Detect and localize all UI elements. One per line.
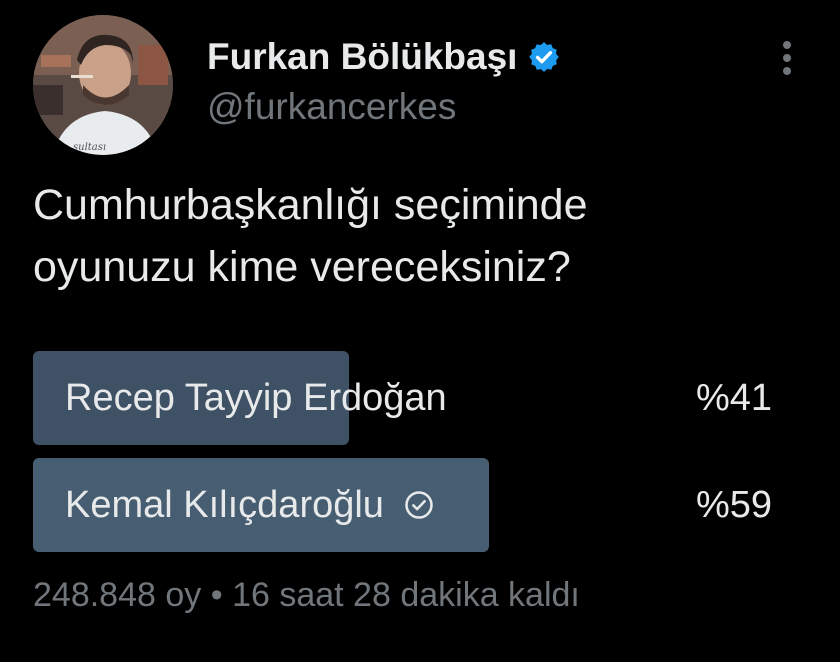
- more-vertical-icon: [783, 41, 791, 75]
- author-display-name[interactable]: Furkan Bölükbaşı: [207, 36, 561, 78]
- poll-option-percent: %41: [695, 377, 772, 419]
- verified-badge-icon: [529, 42, 560, 72]
- poll-meta-separator: •: [210, 576, 223, 614]
- poll-option-label-wrap: Recep Tayyip Erdoğan: [65, 351, 447, 445]
- poll-time-left: 16 saat 28 dakika kaldı: [232, 576, 580, 614]
- author-handle[interactable]: @furkancerkes: [207, 86, 456, 128]
- tweet-text: Cumhurbaşkanlığı seçiminde oyunuzu kime …: [33, 174, 823, 298]
- poll-option-label-wrap: Kemal Kılıçdaroğlu: [65, 458, 434, 552]
- more-options-button[interactable]: [774, 38, 800, 78]
- svg-text:sultası: sultası: [73, 142, 106, 153]
- tweet-text-line: oyunuzu kime vereceksiniz?: [33, 243, 571, 291]
- poll-vote-count: 248.848 oy: [33, 576, 202, 614]
- avatar-photo: sultası: [33, 15, 173, 155]
- poll-option-label: Recep Tayyip Erdoğan: [65, 377, 447, 419]
- poll-option[interactable]: Recep Tayyip Erdoğan %41: [33, 351, 808, 445]
- poll-option-percent: %59: [695, 484, 772, 526]
- poll-option-label: Kemal Kılıçdaroğlu: [65, 484, 384, 526]
- selected-check-icon: [405, 491, 433, 519]
- author-name-text[interactable]: Furkan Bölükbaşı: [207, 36, 517, 78]
- poll-option[interactable]: Kemal Kılıçdaroğlu %59: [33, 458, 808, 552]
- tweet-text-line: Cumhurbaşkanlığı seçiminde: [33, 181, 588, 229]
- poll-meta: 248.848 oy • 16 saat 28 dakika kaldı: [33, 576, 580, 615]
- author-avatar[interactable]: sultası: [33, 15, 173, 155]
